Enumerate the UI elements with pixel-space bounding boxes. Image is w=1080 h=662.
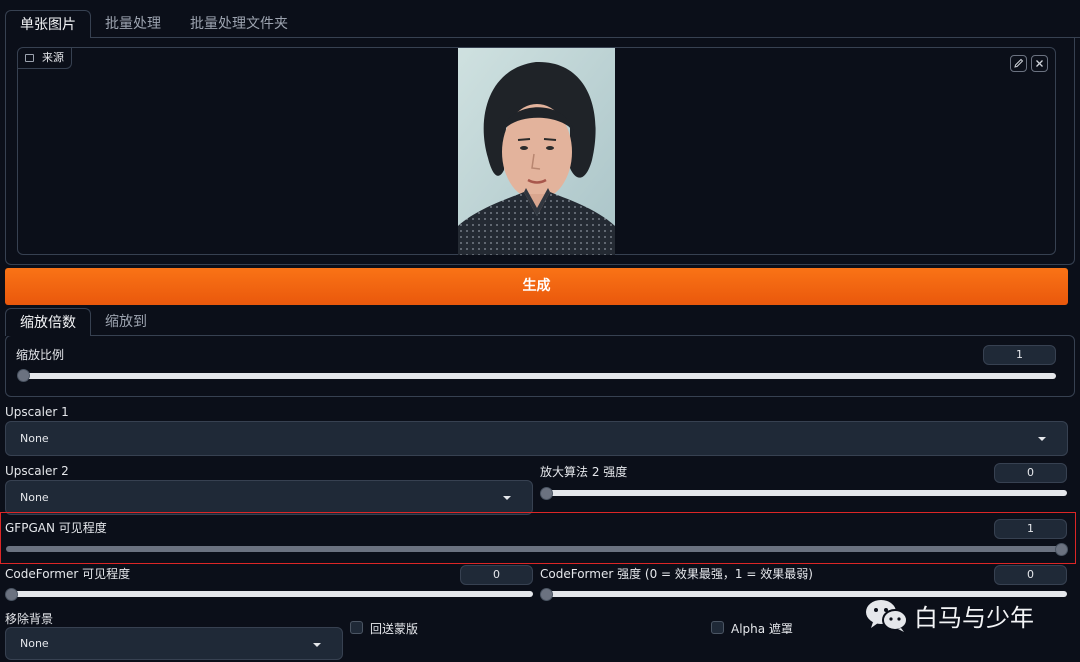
generate-button[interactable]: 生成 (5, 268, 1068, 305)
codeformer-weight-input[interactable]: 0 (994, 565, 1067, 585)
return-mask-checkbox[interactable] (350, 621, 363, 634)
upscaler1-select[interactable]: None (5, 421, 1068, 456)
gfpgan-slider-track[interactable] (6, 546, 1064, 552)
remove-bg-label: 移除背景 (5, 612, 54, 626)
upscaler2-strength-thumb[interactable] (540, 487, 553, 500)
clear-image-button[interactable] (1031, 55, 1048, 72)
scale-slider-thumb[interactable] (17, 369, 30, 382)
return-mask-label: 回送蒙版 (370, 622, 419, 636)
chevron-down-icon (313, 643, 321, 647)
upscaler2-label: Upscaler 2 (5, 464, 69, 478)
gfpgan-slider-thumb[interactable] (1055, 543, 1068, 556)
image-icon (25, 54, 34, 62)
upscaler2-select[interactable]: None (5, 480, 533, 515)
chevron-down-icon (503, 496, 511, 500)
source-label: 来源 (42, 51, 64, 64)
codeformer-visibility-track[interactable] (11, 591, 533, 597)
upscaler2-strength-track[interactable] (546, 490, 1067, 496)
chevron-down-icon (1038, 437, 1046, 441)
codeformer-visibility-thumb[interactable] (5, 588, 18, 601)
tab-batch-folder[interactable]: 批量处理文件夹 (190, 10, 288, 38)
pencil-icon (1014, 58, 1024, 68)
close-icon (1036, 60, 1043, 67)
wechat-icon (866, 600, 908, 632)
watermark-text: 白马与少年 (914, 604, 1034, 632)
scale-panel-border (5, 335, 1075, 397)
upscaler2-strength-label: 放大算法 2 强度 (540, 465, 628, 479)
codeformer-weight-track[interactable] (546, 591, 1067, 597)
codeformer-weight-thumb[interactable] (540, 588, 553, 601)
tab-scale-by[interactable]: 缩放倍数 (5, 308, 91, 336)
upscaler2-strength-input[interactable]: 0 (994, 463, 1067, 483)
scale-number-input[interactable]: 1 (983, 345, 1056, 365)
codeformer-visibility-label: CodeFormer 可见程度 (5, 567, 131, 581)
portrait-image (458, 48, 615, 255)
alpha-mask-checkbox[interactable] (711, 621, 724, 634)
tab-scale-to[interactable]: 缩放到 (105, 308, 147, 336)
upscaler2-value: None (20, 491, 49, 504)
gfpgan-input[interactable]: 1 (994, 519, 1067, 539)
highlight-box (0, 512, 1076, 564)
remove-bg-select[interactable]: None (5, 627, 343, 660)
codeformer-visibility-input[interactable]: 0 (460, 565, 533, 585)
gfpgan-label: GFPGAN 可见程度 (5, 521, 107, 535)
alpha-mask-label: Alpha 遮罩 (731, 622, 793, 636)
scale-label: 缩放比例 (16, 348, 65, 362)
upscaler1-label: Upscaler 1 (5, 405, 69, 419)
tab-batch[interactable]: 批量处理 (105, 10, 161, 38)
tab-single-image[interactable]: 单张图片 (5, 10, 91, 38)
edit-button[interactable] (1010, 55, 1027, 72)
upscaler1-value: None (20, 432, 49, 445)
remove-bg-value: None (20, 637, 49, 650)
scale-slider-track[interactable] (22, 373, 1056, 379)
source-label-tag: 来源 (18, 48, 72, 69)
codeformer-weight-label: CodeFormer 强度 (0 = 效果最强，1 = 效果最弱) (540, 567, 813, 581)
